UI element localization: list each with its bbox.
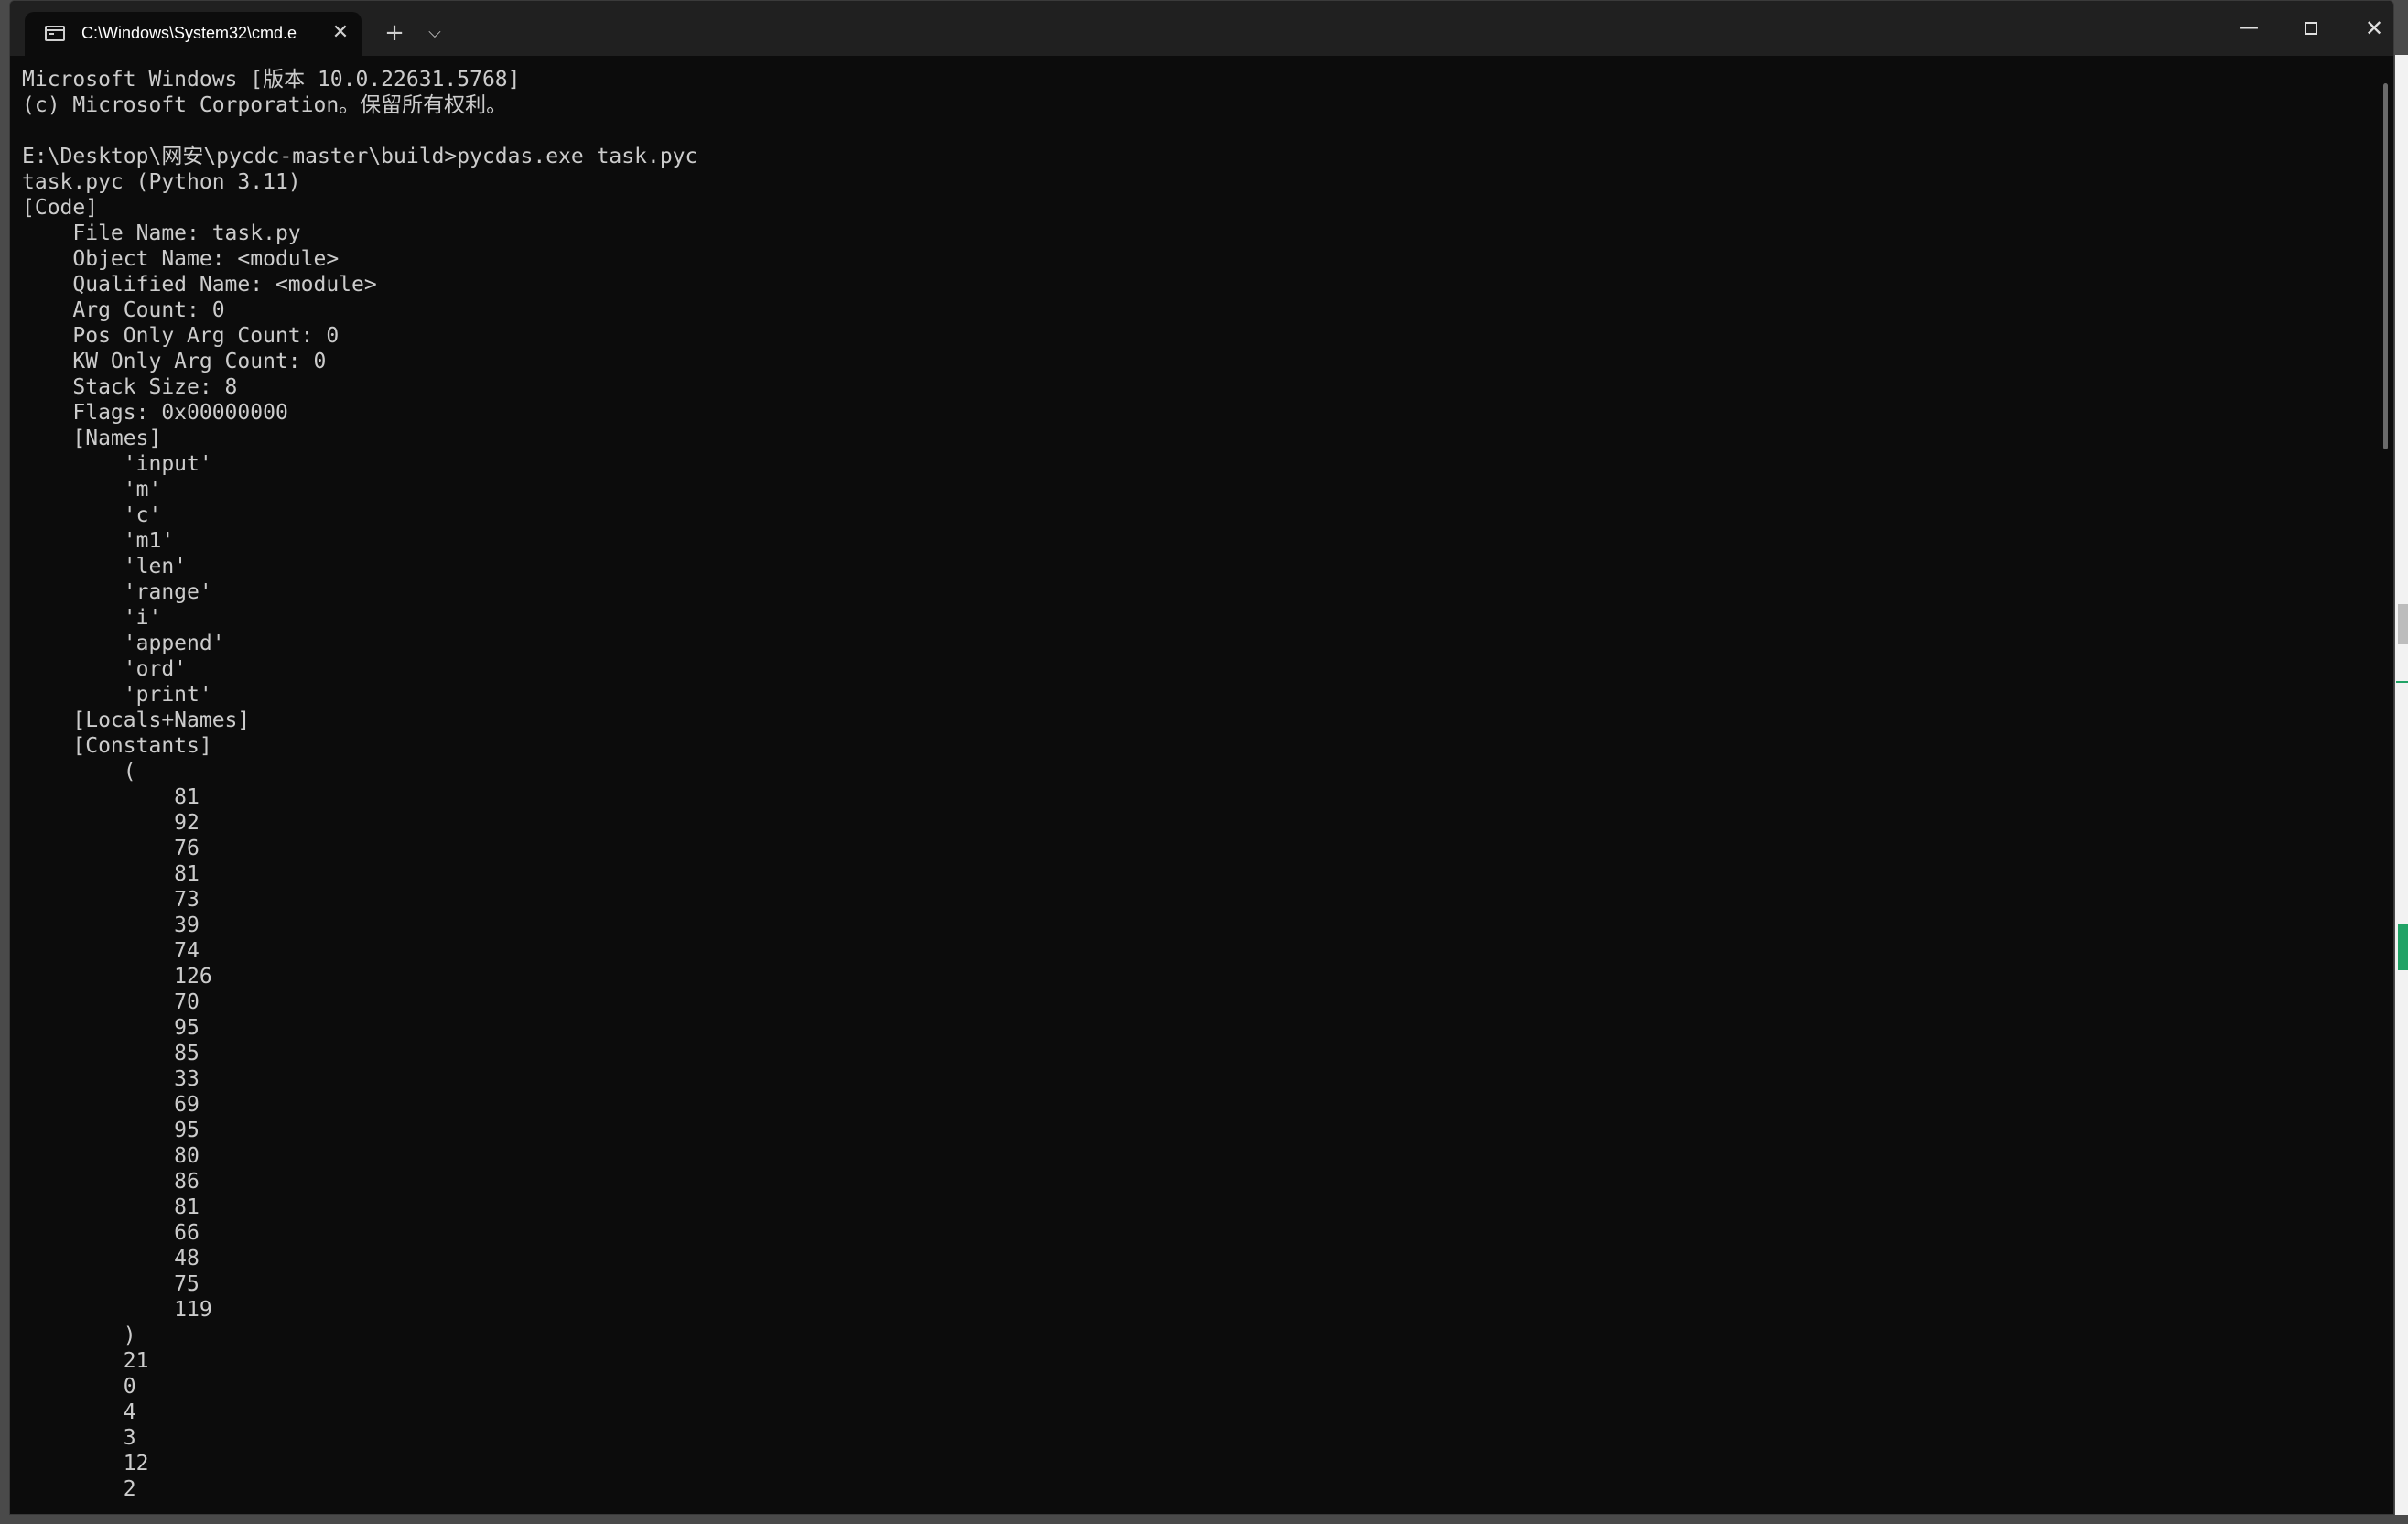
console-line: task.pyc (Python 3.11) <box>22 170 301 194</box>
console-line: 119 <box>22 1298 212 1322</box>
console-line: 'i' <box>22 606 162 630</box>
close-icon: ✕ <box>2364 16 2384 41</box>
background-window-edge <box>2395 55 2408 1515</box>
console-line: 'range' <box>22 580 212 604</box>
console-line: File Name: task.py <box>22 222 301 245</box>
console-line: 95 <box>22 1119 200 1142</box>
console-line: 81 <box>22 862 200 886</box>
close-icon[interactable]: ✕ <box>327 19 354 47</box>
console-line: 'input' <box>22 452 212 476</box>
console-line: KW Only Arg Count: 0 <box>22 350 327 373</box>
console-line: 0 <box>22 1375 136 1399</box>
console-line: 'print' <box>22 683 212 707</box>
console-line: Object Name: <module> <box>22 247 340 271</box>
console-line: [Constants] <box>22 734 212 758</box>
console-output[interactable]: Microsoft Windows [版本 10.0.22631.5768] (c… <box>22 67 2365 1513</box>
console-line: ( <box>22 760 136 784</box>
console-line: 76 <box>22 837 200 860</box>
window-close-button[interactable]: ✕ <box>2343 1 2393 56</box>
console-line: 69 <box>22 1093 200 1117</box>
console-line: [Names] <box>22 427 162 450</box>
console-line: 3 <box>22 1426 136 1450</box>
console-line: 2 <box>22 1477 136 1501</box>
console-line: Qualified Name: <module> <box>22 273 377 297</box>
minimize-button[interactable]: — <box>2218 1 2280 56</box>
console-line: 21 <box>22 1349 149 1373</box>
console-line: 4 <box>22 1400 136 1424</box>
terminal-window: C:\Windows\System32\cmd.e ✕ + ⌵ — ✕ Micr… <box>9 0 2394 1515</box>
console-line: 'len' <box>22 555 188 578</box>
background-scroll-thumb <box>2398 604 2408 644</box>
tab-title: C:\Windows\System32\cmd.e <box>81 24 297 42</box>
console-line: E:\Desktop\网安\pycdc-master\build>pycdas.… <box>22 145 698 168</box>
console-line: (c) Microsoft Corporation。保留所有权利。 <box>22 93 508 117</box>
title-bar[interactable]: C:\Windows\System32\cmd.e ✕ + ⌵ — ✕ <box>10 1 2393 56</box>
console-line: 126 <box>22 965 212 989</box>
console-line: 81 <box>22 785 200 809</box>
console-line: 12 <box>22 1452 149 1475</box>
console-line: 92 <box>22 811 200 835</box>
console-line: Arg Count: 0 <box>22 298 225 322</box>
console-line: 75 <box>22 1272 200 1296</box>
console-line: [Locals+Names] <box>22 708 251 732</box>
background-accent-block <box>2398 924 2408 970</box>
console-line: 81 <box>22 1195 200 1219</box>
console-line: 39 <box>22 913 200 937</box>
background-accent-line <box>2396 681 2408 683</box>
console-line: 'c' <box>22 503 162 527</box>
console-line: 'append' <box>22 632 225 655</box>
console-line: Stack Size: 8 <box>22 375 238 399</box>
minimize-icon: — <box>2239 16 2259 39</box>
maximize-icon <box>2305 22 2317 35</box>
console-line: 66 <box>22 1221 200 1245</box>
console-line: Pos Only Arg Count: 0 <box>22 324 340 348</box>
terminal-icon <box>45 26 65 41</box>
console-line: 70 <box>22 990 200 1014</box>
console-line: 73 <box>22 888 200 912</box>
console-line: Flags: 0x00000000 <box>22 401 288 425</box>
console-line: 33 <box>22 1067 200 1091</box>
console-line: 86 <box>22 1170 200 1194</box>
plus-icon[interactable]: + <box>379 17 410 49</box>
console-line: 80 <box>22 1144 200 1168</box>
console-line: 'm' <box>22 478 162 502</box>
tab-cmd[interactable]: C:\Windows\System32\cmd.e ✕ <box>25 12 362 56</box>
console-line: 'ord' <box>22 657 188 681</box>
maximize-button[interactable] <box>2280 1 2342 56</box>
chevron-down-icon[interactable]: ⌵ <box>419 17 450 49</box>
console-line: 'm1' <box>22 529 175 553</box>
console-line: 74 <box>22 939 200 963</box>
vertical-scrollbar[interactable] <box>2383 83 2388 449</box>
console-line: ) <box>22 1324 136 1347</box>
console-line: Microsoft Windows [版本 10.0.22631.5768] <box>22 68 521 92</box>
console-line: 85 <box>22 1042 200 1065</box>
console-line: 95 <box>22 1016 200 1040</box>
console-line: 48 <box>22 1247 200 1270</box>
console-line: [Code] <box>22 196 99 220</box>
